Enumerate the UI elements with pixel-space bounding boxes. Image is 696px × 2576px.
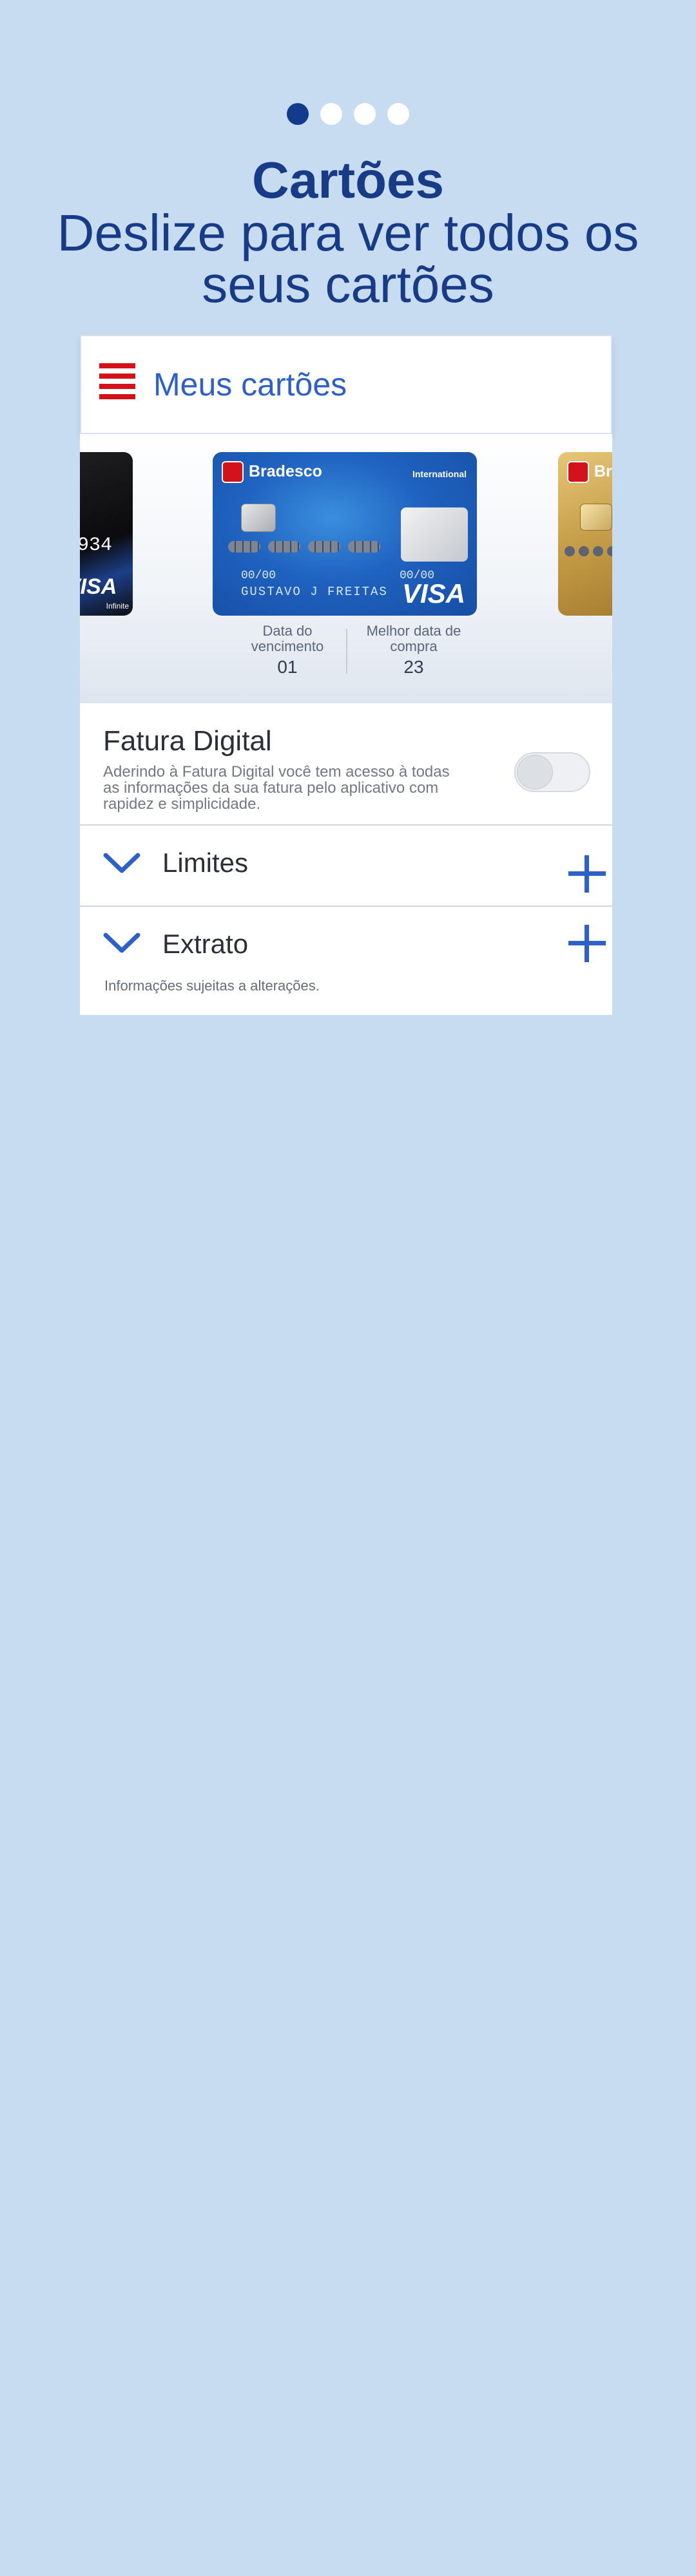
card-bradesco-international[interactable]: Bradesco International 00/00 00/00 GUSTA…	[213, 452, 477, 616]
due-dates: Data do vencimento 01 Melhor data de com…	[80, 623, 612, 683]
card-brand: Bradesco	[249, 462, 322, 480]
chevron-down-icon	[103, 933, 140, 953]
fatura-digital-toggle[interactable]	[514, 752, 590, 792]
best-purchase-date-value: 23	[403, 657, 424, 677]
pagination-dot-4[interactable]	[387, 103, 409, 125]
best-purchase-date-label: Melhor data de compra	[366, 623, 461, 654]
pagination-dots	[0, 103, 696, 125]
limites-label: Limites	[162, 848, 249, 878]
card-bradesco-gold[interactable]: Br	[558, 452, 612, 616]
bradesco-logo-icon	[567, 461, 589, 483]
card-visa-infinite[interactable]: 4934 VISA Infinite	[80, 452, 133, 616]
card-valid-from: 00/00	[241, 569, 276, 582]
pagination-dot-2[interactable]	[320, 103, 342, 125]
visa-logo: VISA	[80, 574, 117, 599]
pagination-dot-1[interactable]	[287, 103, 309, 125]
toggle-knob	[517, 755, 553, 790]
fatura-digital-section: Fatura Digital Aderindo à Fatura Digital…	[80, 703, 612, 826]
bradesco-logo-icon	[222, 461, 244, 483]
app-bar: Meus cartões	[80, 335, 612, 434]
card-tier-label: Infinite	[106, 601, 129, 611]
disclaimer-note: Informações sujeitas a alterações.	[104, 978, 320, 994]
card-brand: Br	[594, 462, 612, 480]
best-purchase-date-info: Melhor data de compra 23	[356, 623, 472, 677]
page-subtitle: Deslize para ver todos os seus cartões	[57, 204, 639, 313]
chip-icon	[580, 504, 612, 531]
extrato-accordion[interactable]: Extrato Informações sujeitas a alteraçõe…	[80, 908, 612, 1015]
fatura-digital-description: Aderindo à Fatura Digital você tem acess…	[103, 763, 450, 813]
plus-icon[interactable]	[568, 925, 606, 962]
masked-card-number	[228, 541, 380, 553]
app-bar-title: Meus cartões	[153, 366, 347, 402]
card-carousel[interactable]: 4934 VISA Infinite Bradesco Internationa…	[80, 434, 612, 703]
limites-accordion[interactable]: Limites	[80, 826, 612, 907]
hamburger-menu-icon[interactable]	[99, 363, 135, 399]
hologram-icon	[401, 507, 468, 562]
card-holder-name: GUSTAVO J FREITAS	[241, 585, 388, 599]
extrato-label: Extrato	[162, 929, 249, 959]
card-badge: International	[412, 469, 467, 479]
chip-icon	[241, 504, 276, 532]
masked-card-number	[565, 546, 612, 556]
plus-icon[interactable]	[568, 855, 606, 893]
due-date-label: Data do vencimento	[251, 623, 324, 654]
phone-screen: Meus cartões 4934 VISA Infinite Bradesco…	[80, 335, 612, 1015]
fatura-digital-title: Fatura Digital	[103, 725, 272, 757]
due-date-value: 01	[277, 657, 298, 677]
due-date-info: Data do vencimento 01	[229, 623, 345, 677]
page-title: Cartões	[252, 151, 444, 209]
pagination-dot-3[interactable]	[354, 103, 376, 125]
divider	[346, 629, 347, 674]
card-number-fragment: 4934	[80, 535, 113, 556]
chevron-down-icon	[103, 853, 140, 873]
visa-logo: VISA	[401, 578, 465, 609]
